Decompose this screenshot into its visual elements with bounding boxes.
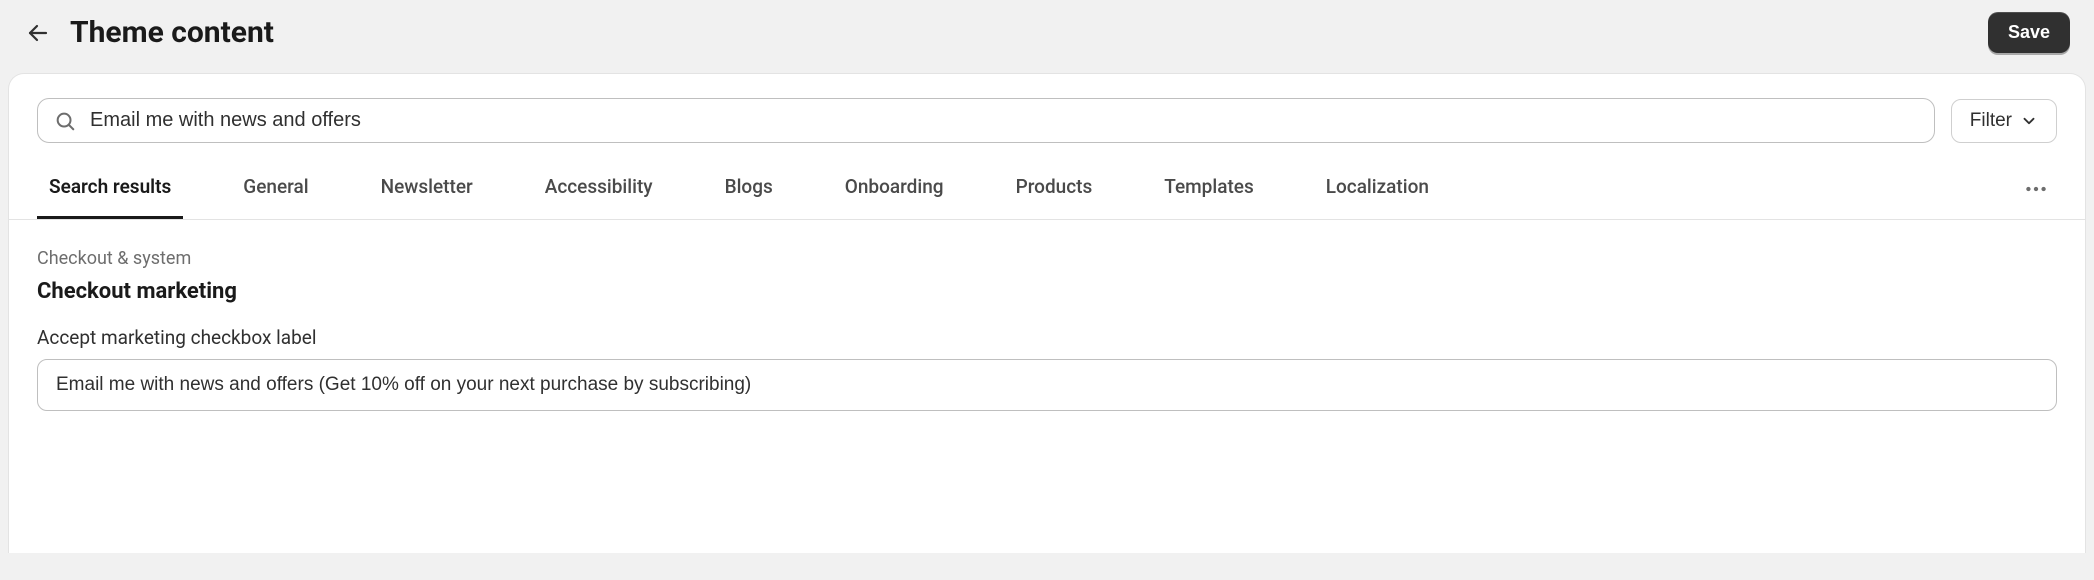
header-bar: Theme content Save	[0, 0, 2094, 73]
page-title: Theme content	[70, 15, 274, 50]
tab-templates[interactable]: Templates	[1152, 159, 1265, 219]
tab-search-results[interactable]: Search results	[37, 159, 183, 219]
breadcrumb: Checkout & system	[37, 248, 2057, 269]
tab-blogs[interactable]: Blogs	[713, 159, 785, 219]
main-card: Filter Search results General Newsletter…	[8, 73, 2086, 553]
arrow-left-icon	[26, 21, 50, 45]
more-tabs-button[interactable]	[2015, 160, 2057, 218]
search-input[interactable]	[90, 109, 1918, 132]
save-button[interactable]: Save	[1988, 12, 2070, 53]
tab-products[interactable]: Products	[1004, 159, 1105, 219]
tab-newsletter[interactable]: Newsletter	[369, 159, 485, 219]
tab-general[interactable]: General	[231, 159, 320, 219]
filter-label: Filter	[1970, 110, 2012, 132]
chevron-down-icon	[2020, 112, 2038, 130]
search-field-wrap[interactable]	[37, 98, 1935, 143]
dots-horizontal-icon	[2023, 176, 2049, 202]
filter-button[interactable]: Filter	[1951, 99, 2057, 143]
tab-accessibility[interactable]: Accessibility	[533, 159, 665, 219]
search-icon	[54, 110, 76, 132]
tab-onboarding[interactable]: Onboarding	[833, 159, 956, 219]
field-label: Accept marketing checkbox label	[37, 326, 2057, 349]
accept-marketing-checkbox-label-input[interactable]	[37, 359, 2057, 411]
tabs: Search results General Newsletter Access…	[9, 159, 2085, 220]
content-section: Checkout & system Checkout marketing Acc…	[9, 220, 2085, 411]
section-title: Checkout marketing	[37, 279, 2057, 304]
header-left: Theme content	[24, 15, 274, 50]
back-arrow-button[interactable]	[24, 19, 52, 47]
search-row: Filter	[9, 74, 2085, 159]
tab-localization[interactable]: Localization	[1314, 159, 1441, 219]
